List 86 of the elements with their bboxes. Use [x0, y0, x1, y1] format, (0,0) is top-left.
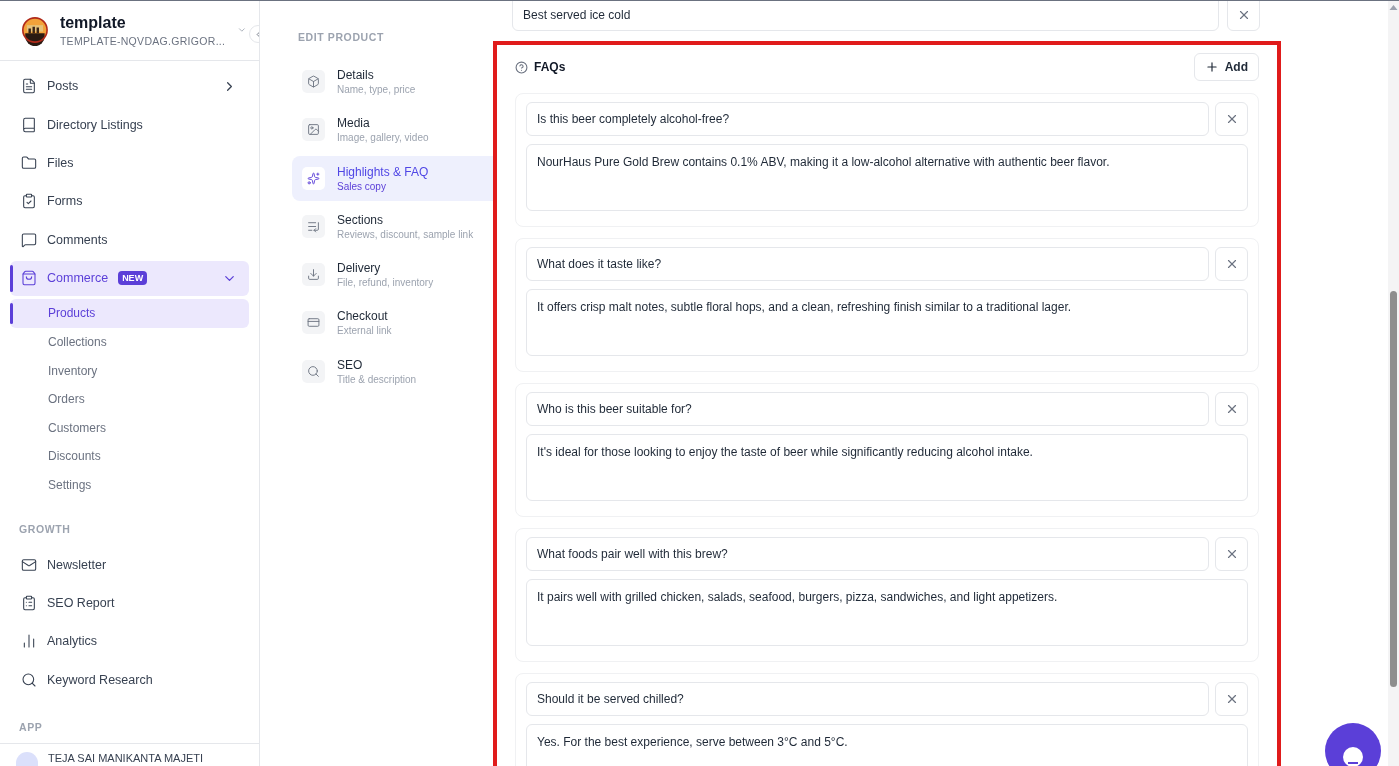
workspace-name: template: [59, 13, 127, 32]
nav-subtitle: File, refund, inventory: [337, 277, 434, 289]
nav-icon: [21, 193, 37, 210]
nav-item[interactable]: Analytics: [10, 624, 249, 659]
edit-nav-item[interactable]: Details Name, type, price: [292, 59, 493, 104]
nav-subtitle: Image, gallery, video: [337, 132, 429, 144]
section-icon: [302, 263, 325, 287]
nav-icon: [21, 671, 37, 688]
section-heading: EDIT PRODUCT: [297, 31, 385, 45]
nav-title: SEO: [337, 357, 364, 372]
nav-icon: [21, 116, 37, 133]
question-field[interactable]: Who is this beer suitable for?: [526, 392, 1209, 426]
edit-nav-item[interactable]: Media Image, gallery, video: [292, 107, 493, 153]
section-icon: [302, 166, 325, 190]
chat-button[interactable]: [1325, 723, 1381, 766]
answer-field[interactable]: It's ideal for those looking to enjoy the taste of beer while significantly reducing alcohol intake.: [526, 434, 1248, 501]
answer-field[interactable]: It offers crisp malt notes, subtle floral hops, and a clean, refreshing finish similar to a traditional lager.: [526, 289, 1248, 356]
nav-title: Highlights & FAQ: [337, 164, 429, 179]
nav-subtitle: External link: [337, 325, 392, 337]
nav-item[interactable]: Newsletter: [10, 547, 249, 583]
section-icon: [302, 70, 325, 93]
nav-subtitle: Name, type, price: [337, 84, 416, 95]
section-heading: APP: [18, 719, 44, 735]
nav-icon: [21, 231, 37, 248]
nav-subtitle: Reviews, discount, sample link: [337, 228, 474, 240]
remove-button[interactable]: [1215, 102, 1248, 136]
section-icon: [302, 214, 325, 238]
nav-icon: [21, 556, 37, 573]
nav-item[interactable]: Commerce NEW: [10, 260, 249, 296]
help-icon: [515, 60, 528, 74]
question-field[interactable]: What does it taste like?: [526, 247, 1209, 281]
section-icon: [302, 359, 325, 383]
remove-button[interactable]: [1215, 682, 1248, 716]
nav-title: Delivery: [337, 261, 382, 276]
remove-button[interactable]: [1215, 247, 1248, 281]
section-icon: [302, 311, 325, 335]
nav-item[interactable]: Posts: [10, 68, 249, 104]
workspace-domain: TEMPLATE-NQVDAG.GRIGOR...: [59, 34, 226, 47]
nav-subtitle: Title & description: [337, 373, 417, 385]
nav-title: Checkout: [337, 309, 389, 324]
edit-nav-item[interactable]: Delivery File, refund, inventory: [292, 252, 493, 298]
nav-subitem[interactable]: Orders: [10, 384, 249, 414]
nav-icon: [21, 155, 37, 171]
plus-icon: [1204, 60, 1219, 74]
nav-icon: [21, 595, 37, 612]
question-field[interactable]: Should it be served chilled?: [526, 682, 1209, 716]
nav-subitem[interactable]: Products: [10, 299, 249, 328]
user-avatar: [16, 752, 38, 766]
question-field[interactable]: What foods pair well with this brew?: [526, 537, 1209, 571]
section-icon: [302, 118, 325, 142]
add-button[interactable]: Add: [1193, 53, 1259, 81]
edit-nav-item[interactable]: Sections Reviews, discount, sample link: [292, 203, 493, 249]
nav-item[interactable]: Keyword Research: [10, 662, 249, 698]
nav-subitem[interactable]: Collections: [10, 327, 249, 357]
edit-nav-item[interactable]: SEO Title & description: [292, 348, 493, 394]
nav-item[interactable]: Comments: [10, 222, 249, 258]
section-heading: GROWTH: [18, 522, 72, 538]
nav-icon: [21, 633, 37, 650]
nav-title: Media: [337, 116, 371, 131]
answer-field[interactable]: It pairs well with grilled chicken, salads, seafood, burgers, pizza, sandwiches, and light appetizers.: [526, 579, 1248, 646]
question-field[interactable]: Is this beer completely alcohol-free?: [526, 102, 1209, 136]
nav-icon: [21, 78, 37, 95]
remove-button[interactable]: [1227, 1, 1260, 31]
nav-title: Details: [337, 68, 375, 82]
nav-icon: [21, 270, 37, 287]
nav-subitem[interactable]: Settings: [10, 470, 249, 500]
remove-button[interactable]: [1215, 392, 1248, 426]
nav-item[interactable]: Directory Listings: [10, 107, 249, 143]
nav-title: Sections: [337, 212, 385, 227]
remove-button[interactable]: [1215, 537, 1248, 571]
logo-icon: [22, 14, 48, 47]
answer-field[interactable]: Yes. For the best experience, serve between 3°C and 5°C.: [526, 724, 1248, 766]
highlight-field[interactable]: Best served ice cold: [512, 1, 1219, 31]
new-badge: NEW: [118, 271, 148, 286]
edit-nav-item[interactable]: Highlights & FAQ Sales copy: [292, 155, 493, 201]
nav-item[interactable]: Files: [10, 145, 249, 181]
answer-field[interactable]: NourHaus Pure Gold Brew contains 0.1% ABV, making it a low-alcohol alternative with authentic beer flavor.: [526, 144, 1248, 211]
faqs-title: FAQs: [534, 60, 567, 74]
nav-item[interactable]: SEO Report: [10, 585, 249, 621]
nav-subitem[interactable]: Inventory: [10, 356, 249, 385]
nav-subtitle: Sales copy: [337, 180, 387, 192]
nav-item[interactable]: Forms: [10, 183, 249, 219]
nav-subitem[interactable]: Discounts: [10, 442, 249, 471]
user-name: TEJA SAI MANIKANTA MAJETI: [48, 752, 204, 766]
edit-nav-item[interactable]: Checkout External link: [292, 300, 493, 346]
nav-subitem[interactable]: Customers: [10, 413, 249, 442]
